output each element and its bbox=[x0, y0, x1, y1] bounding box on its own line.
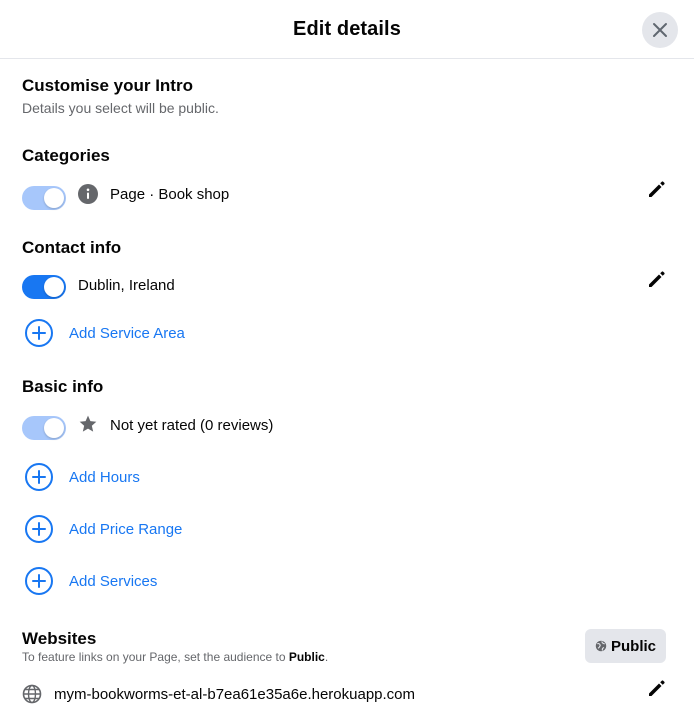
websites-hint-bold: Public bbox=[288, 650, 325, 664]
add-price-range-button[interactable] bbox=[25, 515, 53, 543]
websites-hint: To feature links on your Page, set the a… bbox=[22, 650, 328, 664]
audience-public-button[interactable]: Public bbox=[585, 629, 666, 663]
toggle-knob bbox=[44, 188, 64, 208]
info-icon bbox=[78, 184, 98, 204]
add-services-button[interactable] bbox=[25, 567, 53, 595]
add-price-range-link[interactable]: Add Price Range bbox=[69, 521, 182, 538]
intro-heading: Customise your Intro bbox=[22, 76, 193, 95]
add-services-link[interactable]: Add Services bbox=[69, 573, 157, 590]
websites-hint-text: To feature links on your Page, set the a… bbox=[22, 650, 289, 664]
globe-small-icon bbox=[595, 640, 607, 652]
add-hours-button[interactable] bbox=[25, 463, 53, 491]
edit-website-icon[interactable] bbox=[645, 676, 669, 700]
dialog-title: Edit details bbox=[293, 18, 401, 40]
dialog-header: Edit details bbox=[0, 0, 694, 59]
categories-toggle[interactable] bbox=[22, 186, 66, 210]
add-service-area-link[interactable]: Add Service Area bbox=[69, 325, 185, 342]
plus-icon bbox=[32, 326, 46, 340]
rating-toggle[interactable] bbox=[22, 416, 66, 440]
plus-icon bbox=[32, 574, 46, 588]
location-toggle[interactable] bbox=[22, 275, 66, 299]
add-service-area-button[interactable] bbox=[25, 319, 53, 347]
close-button[interactable] bbox=[642, 12, 678, 48]
basic-info-heading: Basic info bbox=[22, 377, 104, 396]
categories-heading: Categories bbox=[22, 146, 110, 165]
location-label: Dublin, Ireland bbox=[78, 277, 175, 294]
edit-categories-icon[interactable] bbox=[645, 177, 669, 201]
rating-label: Not yet rated (0 reviews) bbox=[110, 417, 274, 434]
edit-contact-icon[interactable] bbox=[645, 267, 669, 291]
intro-subtitle: Details you select will be public. bbox=[22, 100, 219, 116]
close-icon bbox=[653, 23, 667, 37]
website-url: mym-bookworms-et-al-b7ea61e35a6e.herokua… bbox=[54, 686, 416, 703]
toggle-knob bbox=[44, 418, 64, 438]
audience-label: Public bbox=[610, 637, 656, 655]
add-hours-link[interactable]: Add Hours bbox=[69, 469, 140, 486]
toggle-knob bbox=[44, 277, 64, 297]
globe-icon bbox=[22, 684, 42, 704]
websites-hint-suffix: . bbox=[324, 650, 329, 664]
star-icon bbox=[79, 415, 97, 432]
plus-icon bbox=[32, 470, 46, 484]
plus-icon bbox=[32, 522, 46, 536]
websites-heading: Websites bbox=[22, 629, 97, 648]
category-label: Page · Book shop bbox=[110, 186, 230, 203]
contact-info-heading: Contact info bbox=[22, 238, 122, 257]
